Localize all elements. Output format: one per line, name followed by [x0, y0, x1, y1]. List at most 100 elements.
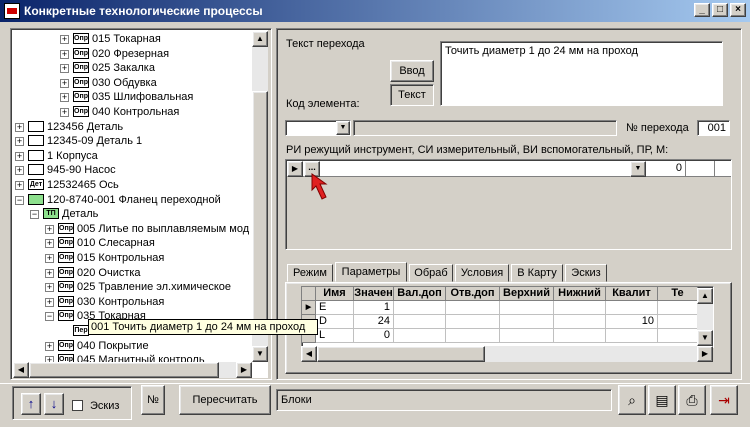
tree-item[interactable]: + Опр 025 Закалка	[12, 61, 252, 75]
params-grid[interactable]: Имя Значен Вал.доп Отв.доп Верхний Нижний Квал…	[301, 286, 714, 348]
tab-1[interactable]: Параметры	[335, 262, 407, 282]
grid-cell[interactable]	[446, 301, 500, 315]
transition-number-field[interactable]: 001	[697, 120, 730, 136]
tree-vscrollbar[interactable]: ▲ ▼	[252, 31, 268, 362]
expand-icon[interactable]: +	[45, 254, 54, 263]
tree-item[interactable]: + Опр 015 Токарная	[12, 32, 252, 46]
expand-icon[interactable]: +	[60, 108, 69, 117]
grid-cell[interactable]	[500, 301, 554, 315]
binoculars-icon[interactable]: ⌕	[618, 385, 646, 415]
grid-cell[interactable]	[554, 329, 606, 343]
params-vscrollbar[interactable]: ▲ ▼	[697, 288, 713, 346]
expand-icon[interactable]: +	[15, 122, 24, 132]
tree-item[interactable]: + Опр 025 Травление эл.химическое	[12, 280, 252, 294]
grid-cell[interactable]: 24	[354, 315, 394, 329]
expand-icon[interactable]: +	[45, 341, 54, 351]
tab-0[interactable]: Режим	[287, 264, 333, 282]
sketch-checkbox[interactable]	[72, 400, 83, 411]
printer-icon[interactable]: ⎙	[678, 385, 706, 415]
dropdown-arrow-icon[interactable]: ▼	[336, 121, 350, 135]
minimize-icon[interactable]: _	[694, 3, 710, 17]
close-icon[interactable]: ×	[730, 3, 746, 17]
tree-item[interactable]: + Опр 015 Контрольная	[12, 251, 252, 265]
tree-item[interactable]: + Опр 030 Контрольная	[12, 295, 252, 309]
expand-icon[interactable]: +	[60, 64, 69, 74]
expand-icon[interactable]: +	[15, 137, 24, 147]
tree-item[interactable]: − 120-8740-001 Фланец переходной	[12, 193, 252, 207]
scroll-thumb[interactable]	[252, 91, 268, 321]
expand-icon[interactable]: +	[45, 297, 54, 307]
params-hscroll-thumb[interactable]	[317, 346, 485, 362]
input-button[interactable]: Ввод	[390, 60, 434, 82]
params-scroll-right-icon[interactable]: ▶	[697, 346, 713, 362]
tree-item[interactable]: +123456 Деталь	[12, 120, 252, 134]
scroll-right-icon[interactable]: ▶	[236, 362, 252, 378]
tools-grid[interactable]: ▶ ... ▼ 0	[285, 159, 732, 250]
grid-cell[interactable]	[446, 329, 500, 343]
collapse-icon[interactable]: −	[30, 210, 39, 220]
tree-item[interactable]: + Опр 035 Шлифовальная	[12, 90, 252, 104]
scroll-down-icon[interactable]: ▼	[252, 346, 268, 362]
transition-text-field[interactable]: Точить диаметр 1 до 24 мм на проход	[440, 41, 723, 106]
grid-cell[interactable]: 10	[606, 315, 658, 329]
grid-cell[interactable]: E	[316, 301, 354, 315]
params-scroll-up-icon[interactable]: ▲	[697, 288, 713, 304]
tool-name-cell[interactable]	[322, 161, 646, 177]
grid-cell[interactable]: D	[316, 315, 354, 329]
expand-icon[interactable]: +	[60, 78, 69, 88]
tree-hscrollbar[interactable]: ◀ ▶	[13, 362, 252, 378]
collapse-icon[interactable]: −	[15, 195, 24, 205]
expand-icon[interactable]: +	[60, 49, 69, 59]
grid-cell[interactable]	[394, 329, 446, 343]
scroll-left-icon[interactable]: ◀	[13, 362, 29, 378]
grid-cell[interactable]	[606, 301, 658, 315]
maximize-icon[interactable]: □	[712, 3, 728, 17]
grid-cell[interactable]	[658, 315, 698, 329]
expand-icon[interactable]: +	[45, 283, 54, 293]
grid-cell[interactable]	[554, 315, 606, 329]
expand-icon[interactable]: +	[60, 93, 69, 103]
tool-qty-cell[interactable]: 0	[646, 161, 686, 177]
tab-2[interactable]: Обраб	[409, 264, 453, 282]
document-icon[interactable]: ▤	[648, 385, 676, 415]
tree-item[interactable]: + Опр 040 Покрытие	[12, 339, 252, 353]
scroll-up-icon[interactable]: ▲	[252, 31, 268, 47]
tab-5[interactable]: Эскиз	[565, 264, 607, 282]
grid-cell[interactable]	[658, 329, 698, 343]
grid-cell[interactable]: L	[316, 329, 354, 343]
text-button[interactable]: Текст	[390, 84, 434, 106]
tree-item[interactable]: + Опр 040 Контрольная	[12, 105, 252, 119]
grid-cell[interactable]	[394, 315, 446, 329]
params-scroll-left-icon[interactable]: ◀	[301, 346, 317, 362]
move-down-icon[interactable]: ↓	[44, 393, 64, 415]
expand-icon[interactable]: +	[60, 35, 69, 44]
grid-cell[interactable]	[446, 315, 500, 329]
tree-item[interactable]: + Опр 020 Очистка	[12, 266, 252, 280]
grid-cell[interactable]: 1	[354, 301, 394, 315]
tab-3[interactable]: Условия	[455, 264, 509, 282]
hscroll-thumb[interactable]	[29, 362, 219, 378]
grid-cell[interactable]	[394, 301, 446, 315]
recalc-button[interactable]: Пересчитать	[179, 385, 271, 415]
tree-item[interactable]: +945-90 Насос	[12, 163, 252, 177]
expand-icon[interactable]: +	[45, 224, 54, 234]
tree-item[interactable]: + Опр 010 Слесарная	[12, 236, 252, 250]
tree-item[interactable]: +1 Корпуса	[12, 149, 252, 163]
tree-item[interactable]: +12345-09 Деталь 1	[12, 134, 252, 148]
expand-icon[interactable]: +	[15, 181, 24, 190]
grid-cell[interactable]	[500, 329, 554, 343]
params-scroll-down-icon[interactable]: ▼	[697, 330, 713, 346]
tree-item[interactable]: + Дет 12532465 Ось	[12, 178, 252, 192]
collapse-icon[interactable]: −	[45, 312, 54, 322]
grid-cell[interactable]	[606, 329, 658, 343]
element-code-select[interactable]: ▼	[285, 120, 351, 136]
expand-icon[interactable]: +	[15, 166, 24, 176]
grid-cell[interactable]	[658, 301, 698, 315]
params-hscrollbar[interactable]: ◀ ▶	[301, 346, 713, 362]
number-button[interactable]: №	[141, 385, 165, 415]
tree-item[interactable]: − ТП Деталь	[12, 207, 252, 221]
exit-door-icon[interactable]: ⇥	[710, 385, 738, 415]
tree-item[interactable]: + Опр 030 Обдувка	[12, 76, 252, 90]
tool-extra-cell[interactable]	[687, 161, 715, 177]
grid-cell[interactable]: 0	[354, 329, 394, 343]
